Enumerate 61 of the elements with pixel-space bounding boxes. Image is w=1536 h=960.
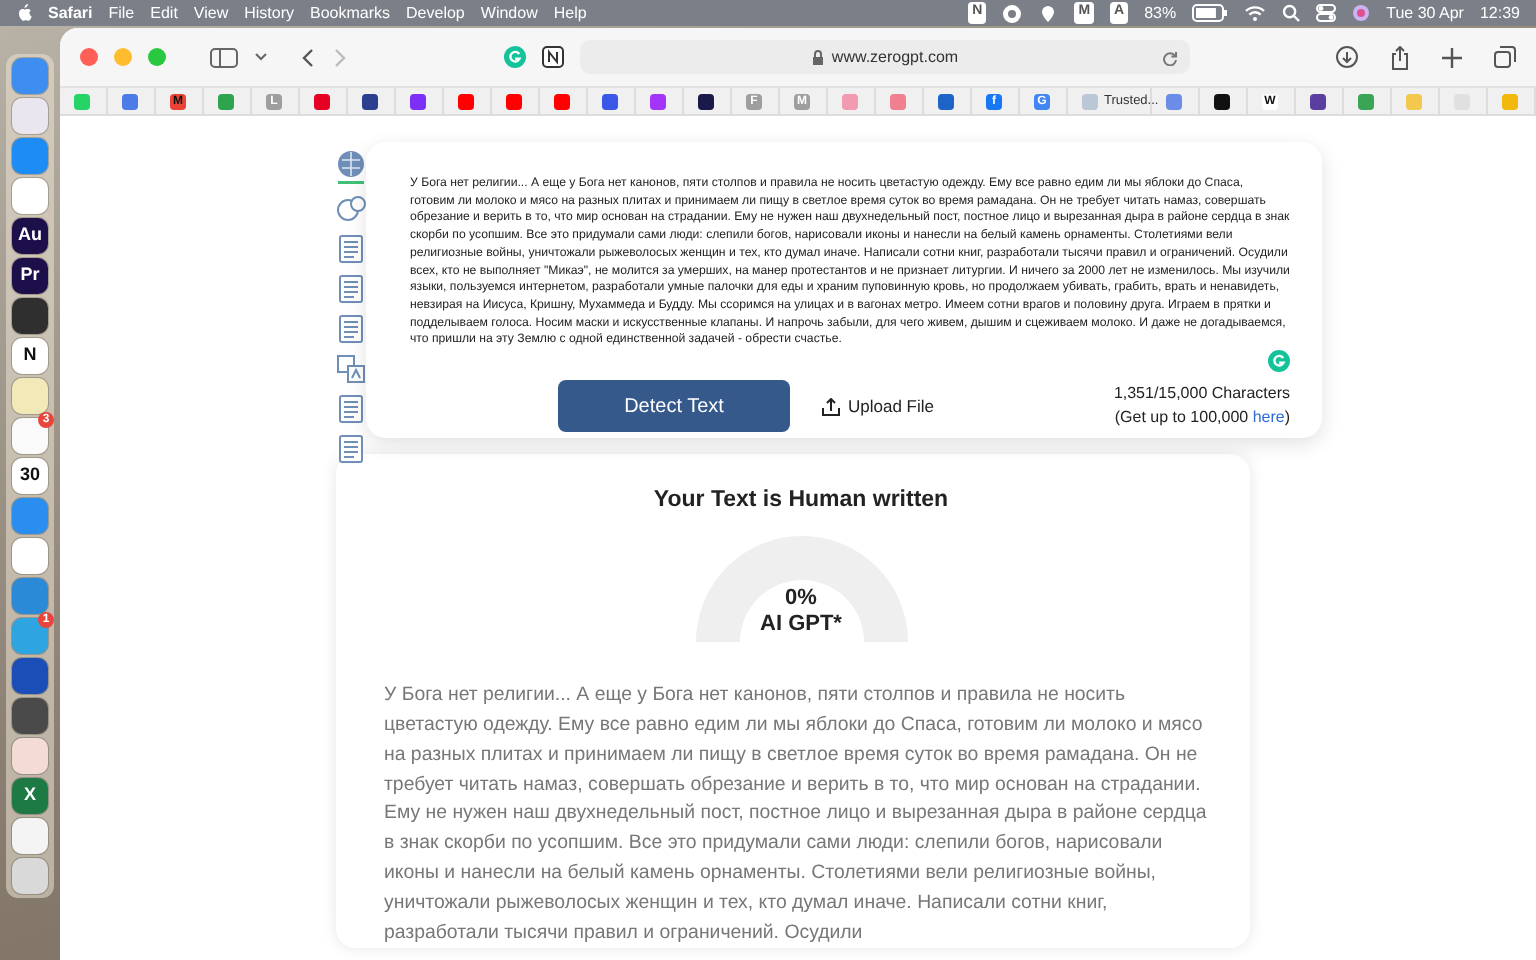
- menu-item[interactable]: Window: [480, 1, 538, 25]
- gauge-label: AI GPT*: [758, 612, 844, 639]
- brain-icon[interactable]: [336, 150, 366, 184]
- document-icon[interactable]: [336, 234, 366, 264]
- circle-status-icon[interactable]: [1002, 3, 1023, 23]
- reload-icon[interactable]: [1162, 49, 1178, 65]
- dock-app-icon[interactable]: [12, 698, 48, 734]
- menu-item[interactable]: History: [244, 1, 295, 25]
- wifi-icon[interactable]: [1244, 4, 1267, 22]
- dock-app-icon[interactable]: 30: [12, 458, 48, 494]
- menu-item[interactable]: Bookmarks: [310, 1, 391, 25]
- n-extension-icon[interactable]: [542, 46, 564, 68]
- app-menu[interactable]: Safari: [48, 1, 93, 25]
- battery-percent: 83%: [1144, 1, 1177, 25]
- document-icon[interactable]: [336, 274, 366, 304]
- dock-app-icon[interactable]: X: [12, 778, 48, 814]
- limit-note: (Get up to 100,000 here): [1113, 406, 1290, 431]
- share-icon[interactable]: [1390, 45, 1410, 69]
- detect-text-button[interactable]: Detect Text: [558, 380, 790, 433]
- dock-app-icon[interactable]: Pr: [12, 258, 48, 294]
- menu-item[interactable]: Help: [553, 1, 587, 25]
- menu-item[interactable]: Develop: [406, 1, 465, 25]
- download-icon[interactable]: [1336, 46, 1358, 68]
- menu-item[interactable]: View: [193, 1, 229, 25]
- url-text: www.zerogpt.com: [831, 45, 959, 69]
- dock-app-icon[interactable]: Au: [12, 218, 48, 254]
- address-bar[interactable]: www.zerogpt.com: [580, 40, 1190, 74]
- menu-item[interactable]: File: [108, 1, 135, 25]
- tabs-icon[interactable]: [1494, 46, 1516, 68]
- chat-bubbles-icon[interactable]: [336, 194, 366, 224]
- result-heading: Your Text is Human written: [651, 486, 951, 516]
- menu-bar-date: Tue 30 Apr: [1386, 1, 1464, 25]
- toggles-icon[interactable]: [1316, 4, 1337, 22]
- result-text: У Бога нет религии... А еще у Бога нет канонов, пяти столпов и правила не носить цветастую одежду. Ему все равно едим ли мы яблоки до Спаса, готовим ли молоко и мясо на разных плитах и принимаем ли пищу в светлое время суток во время рамадана. Он не требует читать намаз, совершать обрезание и верить в то, что мир основан на страдании. Ему не нужен наш двухнедельный пост, постное лицо и вырезанная дыра в районе сердца в знак скорби по усопшим. Все это придумали сами люди: слепили богов, нарисовали иконы и нанесли на белый камень орнаменты. Столетиями вели религиозные войны, уничтожали рыжеволосых женщин и тех, кто думал иначе. Написали сотни книг, разработали тысячи правил и ограничений. Осудили: [384, 682, 1209, 948]
- lock-icon: [811, 49, 824, 65]
- dock-app-icon[interactable]: N: [12, 338, 48, 374]
- orb-icon[interactable]: [1352, 4, 1371, 22]
- plus-icon[interactable]: [1442, 47, 1462, 67]
- apple-logo-icon[interactable]: [16, 4, 32, 22]
- g-extension-icon[interactable]: [504, 46, 526, 68]
- search-icon[interactable]: [1282, 4, 1301, 22]
- back-icon[interactable]: [300, 47, 316, 67]
- upload-file-button[interactable]: Upload File: [822, 393, 934, 419]
- character-count: 1,351/15,000 Characters: [1113, 382, 1290, 407]
- translate-icon[interactable]: [336, 354, 366, 384]
- pin-status-icon[interactable]: [1038, 3, 1059, 23]
- upload-icon: [822, 397, 840, 416]
- g-badge-icon[interactable]: [1268, 350, 1290, 373]
- here-link[interactable]: here: [1252, 408, 1285, 427]
- gauge-value: 0%: [783, 586, 819, 613]
- document-icon[interactable]: [336, 434, 366, 464]
- sidebar-icon[interactable]: [210, 47, 238, 67]
- close-button[interactable]: [80, 48, 98, 66]
- dock-app-icon[interactable]: [12, 298, 48, 334]
- menu-bar-time: 12:39: [1479, 1, 1520, 25]
- document-icon[interactable]: [336, 394, 366, 424]
- chevron-down-icon[interactable]: [254, 52, 268, 62]
- dock-app-icon[interactable]: [12, 658, 48, 694]
- zoom-button[interactable]: [148, 48, 166, 66]
- document-icon[interactable]: [336, 314, 366, 344]
- menu-item[interactable]: Edit: [150, 1, 178, 25]
